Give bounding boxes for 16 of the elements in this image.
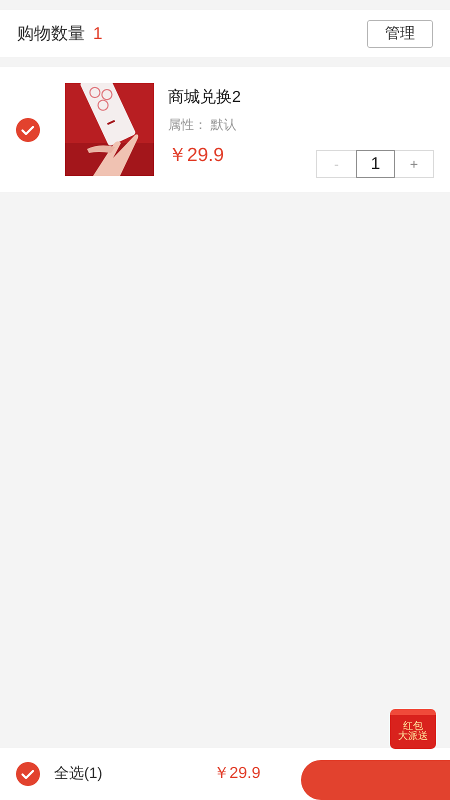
total-price: ￥29.9	[213, 764, 260, 784]
product-price: ￥29.9	[168, 144, 225, 168]
promo-envelope-badge[interactable]: 红包 大派送	[390, 709, 436, 749]
cart-count: 1	[93, 22, 102, 45]
product-name[interactable]: 商城兑换2	[168, 86, 241, 110]
cart-count-label: 购物数量	[17, 22, 85, 45]
checkout-button[interactable]	[301, 760, 450, 800]
checkbox-checked-icon[interactable]	[16, 118, 40, 142]
badge-text: 红包	[403, 722, 423, 732]
increase-button[interactable]: +	[395, 151, 433, 177]
product-attribute: 属性： 默认	[168, 116, 238, 134]
checkbox-checked-icon[interactable]	[16, 762, 40, 786]
manage-button[interactable]: 管理	[367, 20, 433, 48]
quantity-field[interactable]: 1	[356, 150, 395, 178]
badge-text: 大派送	[398, 732, 428, 742]
select-all-label[interactable]: 全选(1)	[54, 762, 102, 786]
